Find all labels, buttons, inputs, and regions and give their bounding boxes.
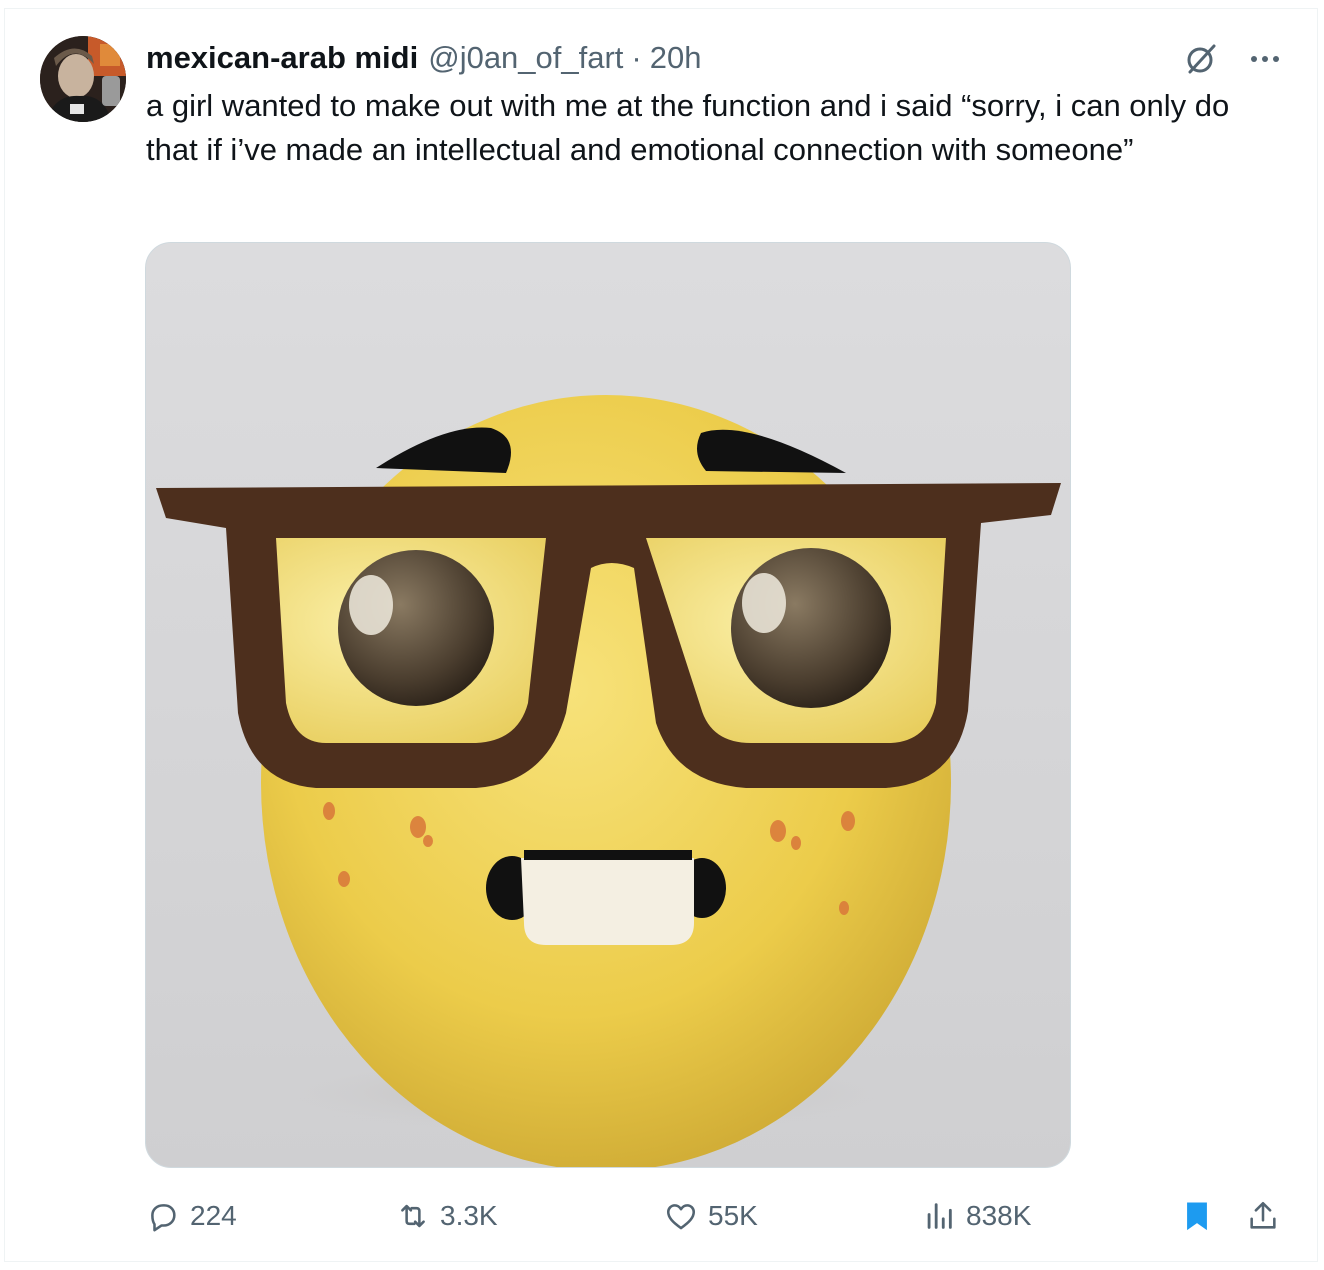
repost-count: 3.3K: [440, 1200, 498, 1231]
reply-button[interactable]: 224: [146, 1194, 237, 1238]
repost-button[interactable]: 3.3K: [396, 1194, 498, 1238]
bookmark-icon: [1187, 1202, 1207, 1231]
heart-icon: [666, 1204, 696, 1230]
user-avatar-photo-icon: [40, 36, 126, 122]
like-button[interactable]: 55K: [664, 1194, 758, 1238]
tweet-media-image[interactable]: [145, 242, 1071, 1168]
author-display-name[interactable]: mexican-arab midi: [146, 40, 418, 76]
share-button[interactable]: [1246, 1194, 1280, 1238]
tweet-timestamp[interactable]: 20h: [650, 40, 702, 76]
tweet-text: a girl wanted to make out with me at the…: [146, 88, 1230, 167]
nerd-face-emoji-icon: [146, 243, 1070, 1167]
reply-count: 224: [190, 1200, 237, 1231]
like-count: 55K: [708, 1200, 758, 1231]
views-button[interactable]: 838K: [922, 1194, 1031, 1238]
more-icon[interactable]: [1248, 42, 1282, 76]
share-icon: [1250, 1201, 1276, 1229]
author-avatar[interactable]: [40, 36, 126, 122]
views-icon: [927, 1203, 952, 1229]
tweet-header: mexican-arab midi @j0an_of_fart · 20h: [146, 38, 701, 78]
author-handle[interactable]: @j0an_of_fart: [428, 40, 623, 76]
tweet-actions-bar: 224 3.3K 55K 838K: [0, 1194, 1324, 1238]
repost-icon: [401, 1204, 425, 1228]
grok-icon[interactable]: [1184, 42, 1218, 76]
views-count: 838K: [966, 1200, 1032, 1231]
reply-icon: [151, 1204, 176, 1232]
separator-dot: ·: [631, 40, 642, 75]
bookmark-button[interactable]: [1180, 1194, 1214, 1238]
